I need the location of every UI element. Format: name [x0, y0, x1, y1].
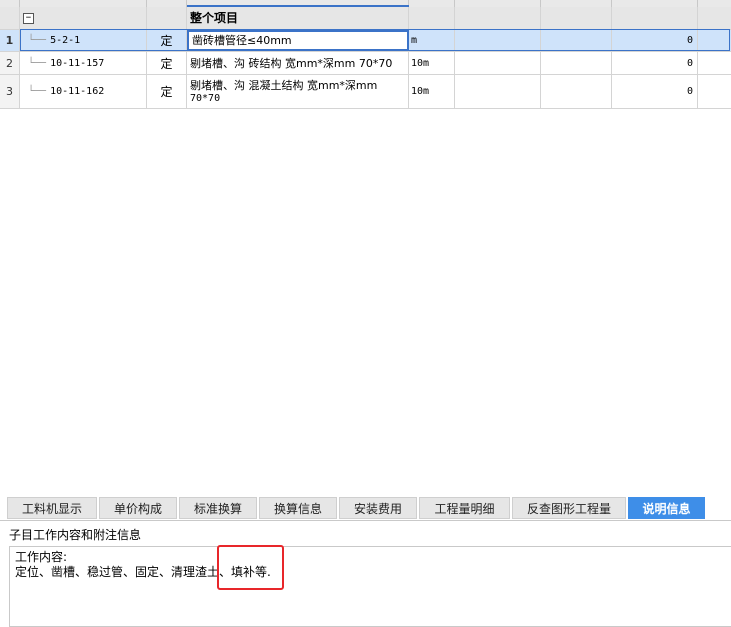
- content-body: 定位、凿槽、稳过管、固定、清理渣土、填补等.: [15, 565, 271, 579]
- content-heading: 工作内容:: [15, 550, 68, 564]
- tab-description-info[interactable]: 说明信息: [628, 497, 705, 519]
- tree-connector-icon: └──: [28, 86, 47, 97]
- row-number: 1: [0, 30, 20, 51]
- description-text-area[interactable]: 工作内容: 定位、凿槽、稳过管、固定、清理渣土、填补等.: [9, 546, 731, 627]
- group-row-category: [147, 7, 187, 29]
- detail-tab-bar: 工料机显示 单价构成 标准换算 换算信息 安装费用 工程量明细 反查图形工程量 …: [0, 495, 731, 521]
- row-number: 3: [0, 75, 20, 108]
- section-title: 子目工作内容和附注信息: [9, 528, 142, 542]
- tree-connector-icon: └──: [28, 35, 47, 46]
- group-row-number: [0, 7, 20, 29]
- tab-installation-fee[interactable]: 安装费用: [339, 497, 417, 519]
- item-name[interactable]: 剔堵槽、沟 混凝土结构 宽mm*深mm 70*70: [187, 75, 409, 108]
- item-category: 定: [147, 30, 187, 51]
- item-code-cell[interactable]: └── 10-11-162: [20, 75, 147, 108]
- table-row[interactable]: 3 └── 10-11-162 定 剔堵槽、沟 混凝土结构 宽mm*深mm 70…: [0, 75, 731, 109]
- item-code: 10-11-162: [50, 86, 105, 97]
- item-code-cell[interactable]: └── 5-2-1: [20, 30, 147, 51]
- item-name[interactable]: 剔堵槽、沟 砖结构 宽mm*深mm 70*70: [187, 52, 409, 74]
- tab-unit-price-composition[interactable]: 单价构成: [99, 497, 177, 519]
- item-unit[interactable]: m: [409, 30, 455, 51]
- item-category: 定: [147, 52, 187, 74]
- item-code: 5-2-1: [50, 35, 81, 46]
- item-value[interactable]: 0: [612, 75, 698, 108]
- item-name-line1: 剔堵槽、沟 混凝土结构 宽mm*深mm: [190, 78, 378, 92]
- item-unit[interactable]: 10m: [409, 75, 455, 108]
- row-number: 2: [0, 52, 20, 74]
- tab-conversion-info[interactable]: 换算信息: [259, 497, 337, 519]
- item-grid: − 整个项目 1 └── 5-2-1 定 凿砖槽管径≤40mm m 0 2 └─…: [0, 0, 731, 109]
- item-unit[interactable]: 10m: [409, 52, 455, 74]
- group-row-title: 整个项目: [187, 7, 409, 29]
- item-name-line2: 70*70: [190, 92, 221, 104]
- item-category: 定: [147, 75, 187, 108]
- item-name-editor[interactable]: 凿砖槽管径≤40mm: [187, 30, 409, 51]
- tab-reverse-graphic-quantity[interactable]: 反查图形工程量: [512, 497, 626, 519]
- item-code: 10-11-157: [50, 57, 105, 69]
- item-value[interactable]: 0: [612, 30, 698, 51]
- item-value[interactable]: 0: [612, 52, 698, 74]
- group-row[interactable]: − 整个项目: [0, 7, 731, 30]
- collapse-icon[interactable]: −: [23, 12, 34, 24]
- tree-connector-icon: └──: [28, 57, 47, 69]
- tab-quantity-detail[interactable]: 工程量明细: [419, 497, 510, 519]
- table-row[interactable]: 1 └── 5-2-1 定 凿砖槽管径≤40mm m 0: [0, 30, 731, 52]
- group-row-toggle-cell[interactable]: −: [20, 7, 147, 29]
- tab-labor-material-machine[interactable]: 工料机显示: [7, 497, 97, 519]
- table-row[interactable]: 2 └── 10-11-157 定 剔堵槽、沟 砖结构 宽mm*深mm 70*7…: [0, 52, 731, 75]
- item-code-cell[interactable]: └── 10-11-157: [20, 52, 147, 74]
- tab-standard-conversion[interactable]: 标准换算: [179, 497, 257, 519]
